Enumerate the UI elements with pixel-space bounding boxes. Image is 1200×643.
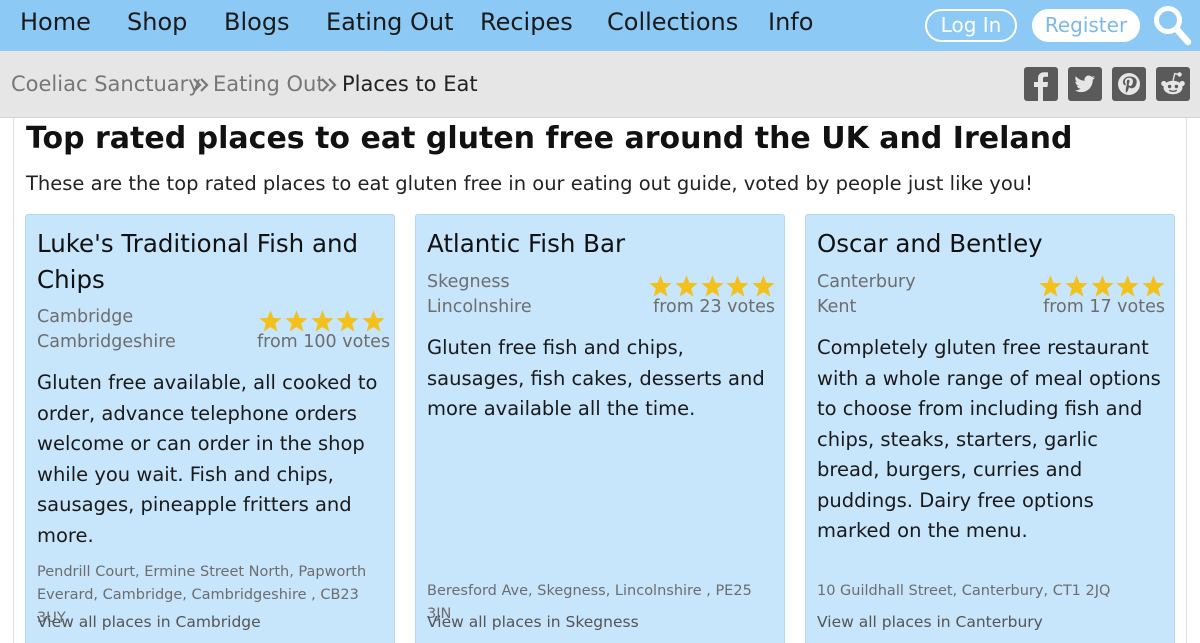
- star-icon: [1090, 275, 1114, 297]
- vote-count: from 17 votes: [1043, 297, 1165, 317]
- nav-eating-out[interactable]: Eating Out: [326, 8, 454, 36]
- vote-count: from 23 votes: [653, 297, 775, 317]
- facebook-icon[interactable]: [1024, 67, 1058, 101]
- nav-recipes[interactable]: Recipes: [480, 8, 573, 36]
- double-chevron-right-icon: [193, 78, 209, 92]
- star-icon: [675, 275, 698, 297]
- nav-info[interactable]: Info: [768, 8, 813, 36]
- top-navigation-bar: Home Shop Blogs Eating Out Recipes Colle…: [0, 0, 1200, 51]
- pinterest-icon[interactable]: [1112, 67, 1146, 101]
- star-icon: [1116, 275, 1139, 297]
- nav-home[interactable]: Home: [20, 8, 91, 36]
- star-icon: [1039, 275, 1062, 297]
- view-all-places-link[interactable]: View all places in Cambridge: [37, 613, 261, 631]
- star-icon: [336, 310, 359, 332]
- place-description: Completely gluten free restaurant with a…: [817, 336, 1161, 542]
- star-icon: [310, 310, 334, 332]
- star-icon: [285, 310, 308, 332]
- place-town: Skegness: [427, 272, 510, 292]
- reddit-icon[interactable]: [1156, 67, 1190, 101]
- place-county: Cambridgeshire: [37, 332, 176, 352]
- place-card[interactable]: Atlantic Fish Bar Skegness Lincolnshire …: [415, 214, 785, 643]
- star-icon: [1065, 275, 1088, 297]
- star-icon: [700, 275, 724, 297]
- place-name[interactable]: Oscar and Bentley: [817, 226, 1162, 262]
- double-chevron-right-icon: [321, 78, 337, 92]
- page-title: Top rated places to eat gluten free arou…: [26, 121, 1073, 156]
- place-card[interactable]: Luke's Traditional Fish and Chips Cambri…: [25, 214, 395, 643]
- place-town: Canterbury: [817, 272, 916, 292]
- place-description: Gluten free fish and chips, sausages, fi…: [427, 336, 765, 420]
- view-all-places-link[interactable]: View all places in Skegness: [427, 613, 639, 631]
- nav-collections[interactable]: Collections: [607, 8, 738, 36]
- place-card[interactable]: Oscar and Bentley Canterbury Kent from 1…: [805, 214, 1175, 643]
- place-name[interactable]: Luke's Traditional Fish and Chips: [37, 226, 382, 298]
- place-address: 10 Guildhall Street, Canterbury, CT1 2JQ: [817, 583, 1111, 599]
- page-intro: These are the top rated places to eat gl…: [26, 172, 1033, 195]
- login-button[interactable]: Log In: [925, 9, 1017, 42]
- register-button[interactable]: Register: [1032, 9, 1140, 42]
- star-icon: [726, 275, 749, 297]
- star-icon: [1142, 275, 1165, 297]
- place-county: Kent: [817, 297, 857, 317]
- view-all-places-link[interactable]: View all places in Canterbury: [817, 613, 1043, 631]
- vote-count: from 100 votes: [257, 332, 391, 352]
- search-icon[interactable]: [1152, 4, 1192, 46]
- star-icon: [752, 275, 775, 297]
- place-description: Gluten free available, all cooked to ord…: [37, 371, 378, 547]
- star-icon: [362, 310, 385, 332]
- twitter-icon[interactable]: [1068, 67, 1102, 101]
- place-county: Lincolnshire: [427, 297, 532, 317]
- star-icon: [649, 275, 672, 297]
- breadcrumb-bar: Coeliac Sanctuary Eating Out Places to E…: [0, 51, 1200, 118]
- nav-blogs[interactable]: Blogs: [224, 8, 290, 36]
- breadcrumb-eating-out[interactable]: Eating Out: [213, 72, 325, 96]
- place-town: Cambridge: [37, 307, 134, 327]
- nav-shop[interactable]: Shop: [127, 8, 187, 36]
- breadcrumb-current: Places to Eat: [342, 72, 478, 96]
- breadcrumb-home[interactable]: Coeliac Sanctuary: [11, 72, 201, 96]
- place-name[interactable]: Atlantic Fish Bar: [427, 226, 772, 262]
- star-icon: [259, 310, 282, 332]
